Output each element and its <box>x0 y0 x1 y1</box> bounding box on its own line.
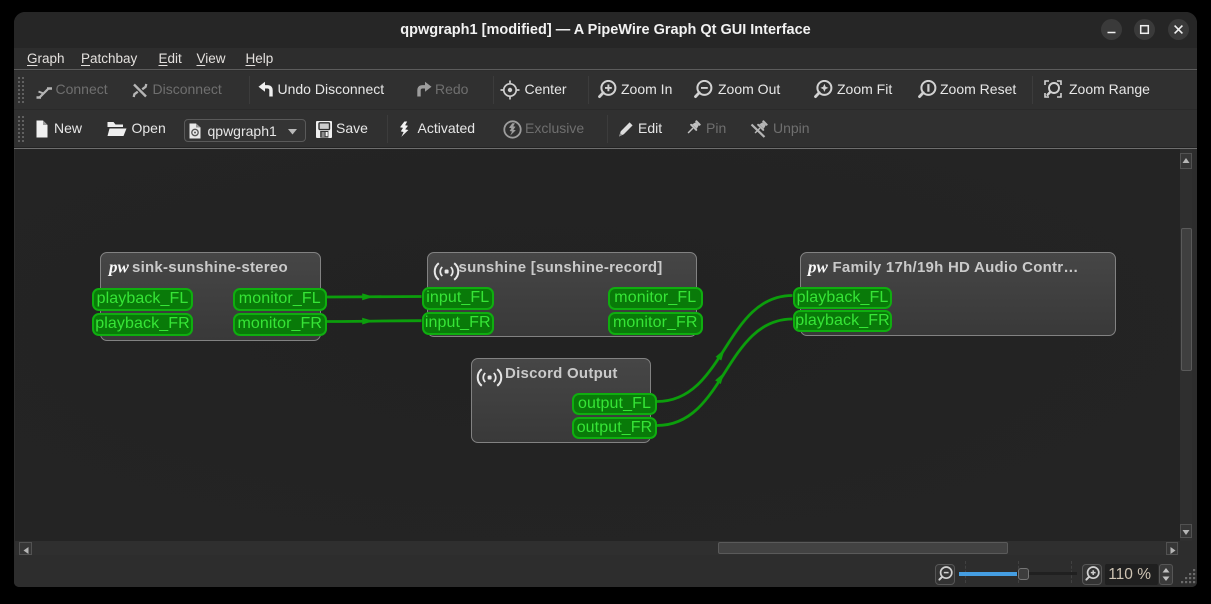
svg-text:pw: pw <box>107 257 130 276</box>
svg-text:pw: pw <box>806 258 829 277</box>
